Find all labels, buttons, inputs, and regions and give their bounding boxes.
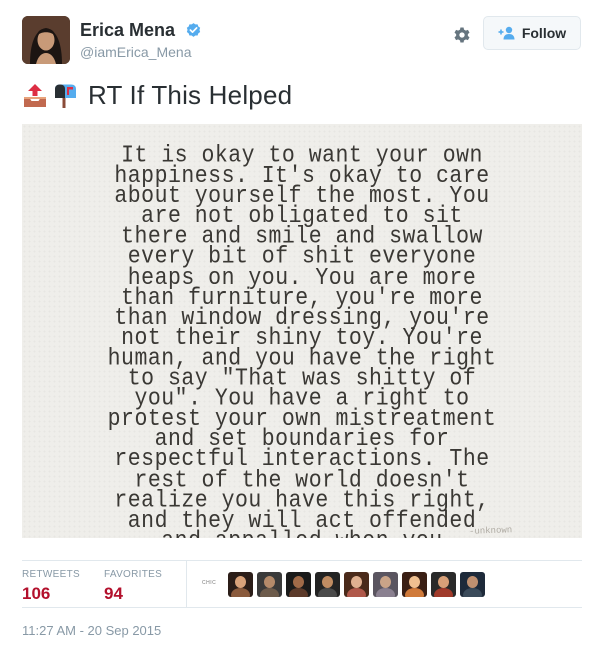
tweet-text: RT If This Helped bbox=[22, 80, 292, 111]
add-user-icon bbox=[498, 26, 515, 40]
favorites-count: 94 bbox=[104, 584, 123, 603]
retweets-stat[interactable]: RETWEETS 106 bbox=[22, 569, 80, 604]
favoriter-avatar-3[interactable] bbox=[286, 572, 311, 597]
favoriter-avatar-6[interactable] bbox=[373, 572, 398, 597]
retweets-label: RETWEETS bbox=[22, 569, 80, 580]
favoriter-avatars bbox=[228, 572, 485, 597]
quote-text: It is okay to want your own happiness. It… bbox=[22, 144, 582, 538]
quote-image[interactable]: It is okay to want your own happiness. It… bbox=[22, 124, 582, 538]
divider-top bbox=[22, 560, 582, 561]
favoriter-avatar-8[interactable] bbox=[431, 572, 456, 597]
outbox-tray-emoji bbox=[24, 83, 46, 107]
favoriter-tiny-text: CHIC bbox=[202, 580, 217, 586]
follow-button-label: Follow bbox=[521, 25, 567, 41]
gear-icon[interactable] bbox=[452, 25, 472, 45]
tweet-timestamp[interactable]: 11:27 AM - 20 Sep 2015 bbox=[22, 623, 161, 638]
user-avatar[interactable] bbox=[22, 16, 70, 64]
tweet-body: RT If This Helped bbox=[88, 80, 293, 110]
favorites-label: FAVORITES bbox=[104, 569, 163, 580]
follow-button[interactable]: Follow bbox=[483, 16, 581, 50]
quote-attribution: -unknown bbox=[468, 525, 513, 537]
mailbox-emoji bbox=[55, 84, 76, 108]
favoriter-avatar-7[interactable] bbox=[402, 572, 427, 597]
favorites-stat[interactable]: FAVORITES 94 bbox=[104, 569, 162, 604]
favoriter-avatar-1[interactable] bbox=[228, 572, 253, 597]
verified-badge-icon bbox=[186, 23, 200, 37]
divider-bottom bbox=[22, 607, 582, 608]
stats-separator bbox=[186, 561, 187, 607]
user-handle[interactable]: @iamErica_Mena bbox=[80, 44, 202, 60]
user-display-name[interactable]: Erica Mena bbox=[80, 20, 175, 41]
favoriter-avatar-4[interactable] bbox=[315, 572, 340, 597]
user-name-block: Erica Mena @iamErica_Mena bbox=[80, 20, 202, 60]
favoriter-avatar-9[interactable] bbox=[460, 572, 485, 597]
favoriter-avatar-2[interactable] bbox=[257, 572, 282, 597]
favoriter-avatar-5[interactable] bbox=[344, 572, 369, 597]
retweets-count: 106 bbox=[22, 584, 51, 603]
